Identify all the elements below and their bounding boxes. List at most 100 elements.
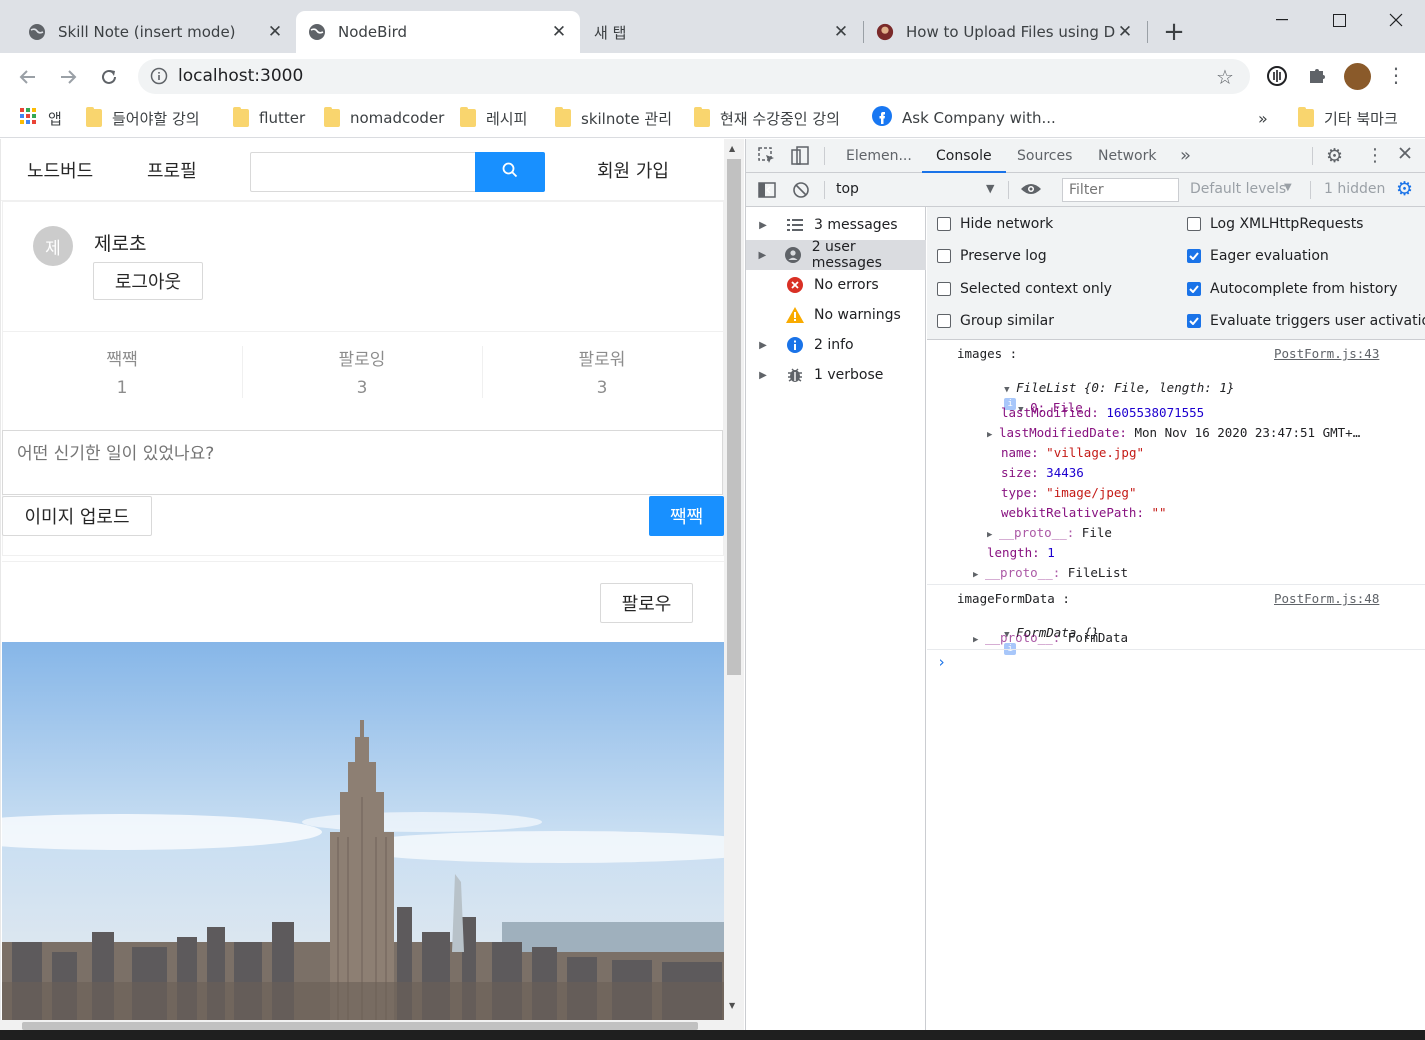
menu-signup-link[interactable]: 회원 가입	[597, 157, 669, 183]
address-bar[interactable]: localhost:3000 ☆	[138, 59, 1250, 94]
more-tabs-chevron-icon[interactable]: »	[1180, 139, 1191, 173]
log-source-link[interactable]: PostForm.js:43	[1274, 346, 1379, 361]
sidebar-item-verbose[interactable]: ▶ 1 verbose	[746, 360, 926, 390]
console-filter-input[interactable]	[1062, 178, 1179, 202]
close-tab-icon[interactable]: ✕	[550, 22, 568, 42]
checkbox-hide-network[interactable]: Hide network	[937, 216, 1053, 232]
live-expression-eye-icon[interactable]	[1020, 181, 1042, 201]
sidebar-item-user-messages[interactable]: ▶ 2 user messages	[746, 239, 926, 271]
browser-tab-skill-note[interactable]: Skill Note (insert mode) ✕	[16, 11, 296, 53]
device-toolbar-icon[interactable]	[790, 146, 810, 170]
checkbox-autocomplete-history[interactable]: Autocomplete from history	[1187, 281, 1398, 297]
sidebar-item-messages[interactable]: ▶ 3 messages	[746, 210, 926, 240]
expand-arrow-icon[interactable]: ▶	[746, 370, 780, 381]
browser-tab-upload-files[interactable]: How to Upload Files using DF ✕	[864, 11, 1146, 53]
post-submit-button[interactable]: 짹짹	[649, 496, 724, 536]
maximize-window-icon[interactable]	[1311, 0, 1367, 40]
browser-tab-nodebird[interactable]: NodeBird ✕	[296, 11, 580, 53]
tab-sources[interactable]: Sources	[1017, 139, 1072, 173]
menu-home-link[interactable]: 노드버드	[27, 157, 93, 183]
bookmark-ask-company[interactable]: Ask Company with...	[872, 106, 1056, 130]
checkbox-log-xhr[interactable]: Log XMLHttpRequests	[1187, 216, 1363, 232]
close-devtools-icon[interactable]	[1398, 146, 1412, 164]
forward-arrow-icon[interactable]	[54, 63, 82, 91]
bookmark-folder[interactable]: skilnote 관리	[555, 106, 672, 130]
more-menu-icon[interactable]: ⋮	[1386, 63, 1406, 87]
show-sidebar-icon[interactable]	[758, 181, 776, 203]
devtools-menu-icon[interactable]: ⋮	[1366, 145, 1384, 166]
extensions-puzzle-icon[interactable]	[1306, 65, 1328, 91]
tab-network[interactable]: Network	[1098, 139, 1156, 173]
profile-avatar[interactable]	[1344, 63, 1371, 90]
expand-arrow-icon[interactable]: ▶	[746, 340, 780, 351]
checkbox-box[interactable]	[937, 314, 951, 328]
menu-profile-link[interactable]: 프로필	[147, 157, 197, 183]
context-dropdown-arrow-icon[interactable]: ▼	[986, 182, 994, 195]
follow-button[interactable]: 팔로우	[600, 583, 693, 623]
inspect-element-icon[interactable]	[758, 147, 776, 169]
scroll-down-arrow-icon[interactable]: ▼	[729, 1001, 735, 1010]
bookmark-folder[interactable]: nomadcoder	[324, 106, 444, 130]
sidebar-item-warnings[interactable]: No warnings	[746, 300, 926, 330]
console-prompt-icon[interactable]: ›	[937, 653, 946, 671]
prop-row[interactable]: ▶ lastModifiedDate: Mon Nov 16 2020 23:47…	[987, 425, 1360, 440]
clear-console-icon[interactable]	[792, 181, 810, 203]
logout-button[interactable]: 로그아웃	[93, 262, 203, 300]
proto-row[interactable]: ▶ __proto__: FileList	[973, 565, 1128, 580]
bookmark-apps[interactable]: 앱	[20, 106, 62, 130]
checkbox-preserve-log[interactable]: Preserve log	[937, 248, 1047, 264]
log-levels-dropdown[interactable]: Default levels	[1190, 181, 1286, 197]
checkbox-group-similar[interactable]: Group similar	[937, 313, 1054, 329]
post-image[interactable]	[2, 642, 724, 1020]
proto-row[interactable]: ▶ __proto__: File	[987, 525, 1112, 540]
close-tab-icon[interactable]: ✕	[266, 22, 284, 42]
checkbox-box[interactable]	[937, 249, 951, 263]
stat-followings[interactable]: 팔로잉 3	[242, 346, 482, 402]
checkbox-box[interactable]	[1187, 249, 1201, 263]
bookmark-folder[interactable]: 레시피	[460, 106, 527, 130]
console-settings-gear-icon[interactable]: ⚙	[1396, 178, 1413, 200]
post-textarea[interactable]	[2, 430, 723, 495]
sidebar-item-info[interactable]: ▶ 2 info	[746, 330, 926, 360]
new-tab-icon[interactable]: +	[1160, 19, 1188, 47]
tab-elements[interactable]: Elemen...	[846, 139, 912, 173]
proto-row[interactable]: ▶ __proto__: FormData	[973, 630, 1128, 645]
checkbox-box[interactable]	[1187, 217, 1201, 231]
scroll-thumb[interactable]	[727, 159, 741, 675]
stat-posts[interactable]: 짹짹 1	[2, 346, 242, 402]
checkbox-box[interactable]	[1187, 282, 1201, 296]
scroll-up-arrow-icon[interactable]: ▲	[729, 144, 735, 153]
scroll-thumb[interactable]	[22, 1022, 698, 1030]
minimize-window-icon[interactable]	[1254, 0, 1310, 40]
bookmark-star-icon[interactable]: ☆	[1216, 65, 1234, 89]
reload-icon[interactable]	[95, 63, 123, 91]
close-tab-icon[interactable]: ✕	[832, 22, 850, 42]
expand-arrow-icon[interactable]: ▶	[987, 430, 999, 440]
checkbox-box[interactable]	[937, 217, 951, 231]
settings-gear-icon[interactable]: ⚙	[1326, 145, 1343, 167]
info-icon[interactable]	[150, 67, 168, 89]
tab-console[interactable]: Console	[922, 139, 1006, 173]
close-tab-icon[interactable]: ✕	[1116, 22, 1134, 42]
sidebar-item-errors[interactable]: No errors	[746, 270, 926, 300]
back-arrow-icon[interactable]	[14, 63, 42, 91]
checkbox-selected-context[interactable]: Selected context only	[937, 281, 1112, 297]
bookmark-folder[interactable]: 현재 수강중인 강의	[694, 106, 840, 130]
bookmark-other-folder[interactable]: 기타 북마크	[1298, 106, 1398, 130]
log-source-link[interactable]: PostForm.js:48	[1274, 591, 1379, 606]
page-vertical-scrollbar[interactable]: ▲ ▼	[724, 139, 744, 1020]
search-button[interactable]	[475, 152, 545, 192]
context-select[interactable]: top	[836, 181, 859, 197]
checkbox-eager-evaluation[interactable]: Eager evaluation	[1187, 248, 1329, 264]
media-icon[interactable]	[1266, 65, 1288, 91]
image-upload-button[interactable]: 이미지 업로드	[2, 496, 152, 536]
expand-arrow-icon[interactable]: ▶	[987, 530, 999, 540]
stat-followers[interactable]: 팔로워 3	[482, 346, 722, 402]
search-input[interactable]	[250, 152, 476, 192]
close-window-icon[interactable]	[1368, 0, 1424, 40]
checkbox-box[interactable]	[1187, 314, 1201, 328]
more-bookmarks-chevron-icon[interactable]: »	[1258, 106, 1268, 130]
checkbox-box[interactable]	[937, 282, 951, 296]
checkbox-evaluate-triggers[interactable]: Evaluate triggers user activation	[1187, 313, 1425, 329]
expand-arrow-icon[interactable]: ▶	[973, 570, 985, 580]
